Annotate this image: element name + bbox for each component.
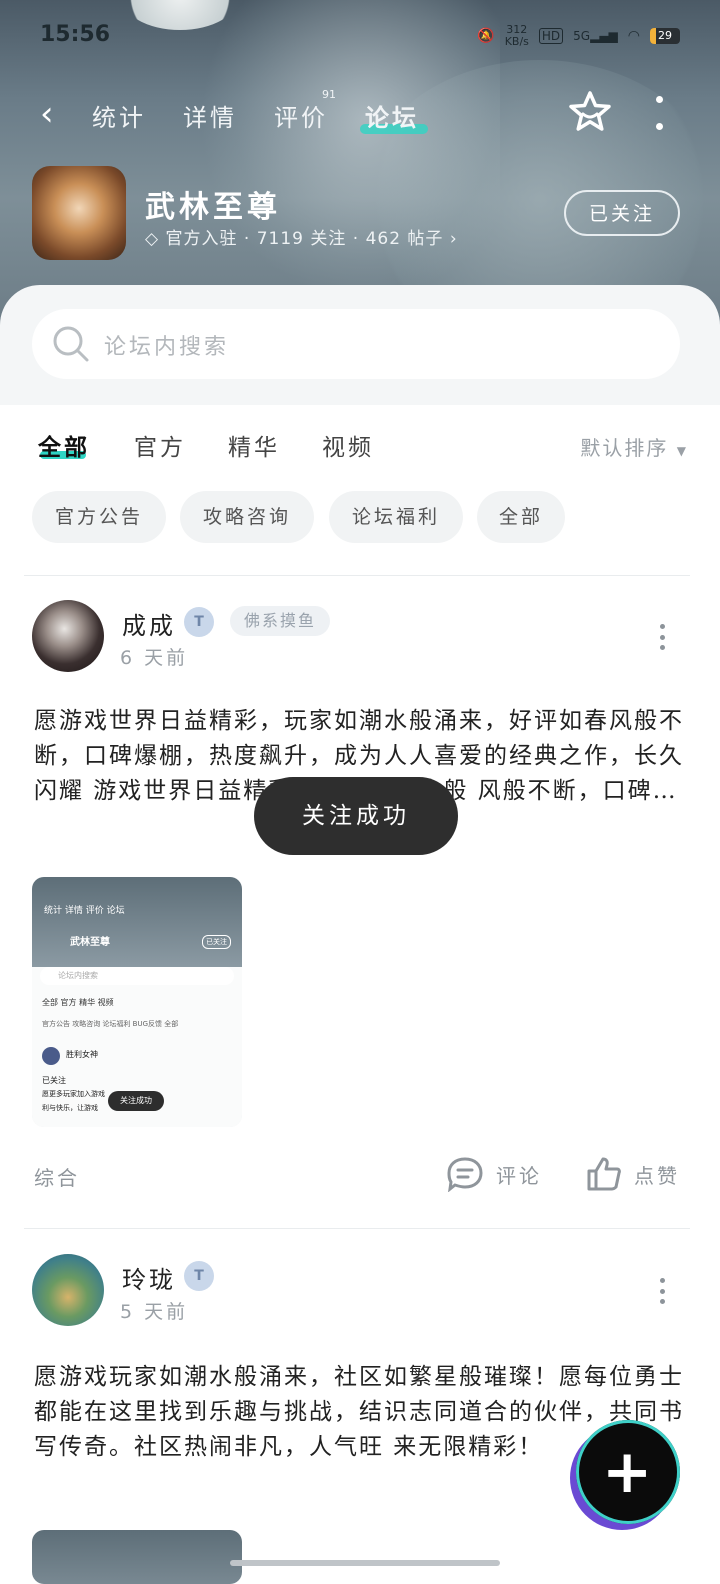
avatar[interactable] xyxy=(32,1254,104,1326)
level-badge: T xyxy=(184,607,214,637)
post-username[interactable]: 成成 xyxy=(122,606,176,641)
top-nav: ‹ 统计 详情 评价 91 论坛 xyxy=(0,88,720,138)
post-time: 5 天前 xyxy=(120,1301,189,1323)
thumb-search: 论坛内搜索 xyxy=(40,967,234,985)
status-bar: 15:56 🔕 312 KB/s HD 5G▂▄▆ ◠ 29 xyxy=(0,18,720,54)
thumb-line: 愿更多玩家加入游戏 xyxy=(42,1090,105,1098)
comment-icon xyxy=(447,1157,483,1192)
post-image[interactable]: 统计 详情 评价 论坛 武林至尊 已关注 论坛内搜索 全部 官方 精华 视频 官… xyxy=(32,877,242,1127)
thumb-tabs: 统计 详情 评价 论坛 xyxy=(44,906,125,916)
divider xyxy=(24,575,690,576)
thumb-follow: 已关注 xyxy=(202,935,231,949)
home-indicator xyxy=(230,1560,500,1566)
favorite-star-icon[interactable] xyxy=(568,90,612,134)
chip-announcements[interactable]: 官方公告 xyxy=(32,491,166,543)
search-placeholder: 论坛内搜索 xyxy=(104,335,230,360)
battery-icon: 29 xyxy=(650,28,680,44)
user-tag: 佛系摸鱼 xyxy=(230,606,331,636)
post-category[interactable]: 综合 xyxy=(34,1162,80,1191)
thumb-user: 胜利女神 xyxy=(66,1050,98,1059)
thumb-line: 利与快乐，让游戏 xyxy=(42,1104,98,1112)
diamond-icon: ◇ xyxy=(145,229,160,249)
chip-all[interactable]: 全部 xyxy=(477,491,565,543)
thumbs-up-icon xyxy=(587,1157,621,1191)
filter-tab-official[interactable]: 官方 xyxy=(134,428,186,462)
thumb-title: 武林至尊 xyxy=(70,937,110,948)
net-speed: 312 KB/s xyxy=(504,23,529,48)
thumb-line: 已关注 xyxy=(42,1076,66,1085)
filter-tab-all[interactable]: 全部 xyxy=(38,428,90,462)
more-menu-icon[interactable] xyxy=(652,96,666,130)
triangle-down-icon: ▼ xyxy=(676,444,688,458)
search-section: 论坛内搜索 xyxy=(0,285,720,405)
plus-icon: + xyxy=(602,1437,653,1507)
search-icon xyxy=(53,326,89,362)
search-input[interactable]: 论坛内搜索 xyxy=(32,309,680,379)
hd-icon: HD xyxy=(538,28,564,44)
thumb-avatar xyxy=(42,1047,60,1065)
chevron-right-icon: › xyxy=(449,229,458,249)
chip-guides[interactable]: 攻略咨询 xyxy=(180,491,314,543)
divider xyxy=(24,1228,690,1229)
back-arrow-icon[interactable]: ‹ xyxy=(40,94,54,134)
thumb-chips: 官方公告 攻略咨询 论坛福利 BUG反馈 全部 xyxy=(42,1020,179,1028)
comment-label: 评论 xyxy=(496,1163,542,1188)
like-button[interactable]: 点赞 xyxy=(586,1156,680,1192)
signal-icon: 5G▂▄▆ xyxy=(573,29,618,43)
game-icon[interactable] xyxy=(32,166,126,260)
tab-forum[interactable]: 论坛 xyxy=(365,98,419,133)
filter-tab-video[interactable]: 视频 xyxy=(322,428,374,462)
tab-stats[interactable]: 统计 xyxy=(92,98,146,133)
sort-label: 默认排序 xyxy=(580,436,669,460)
post-more-icon[interactable] xyxy=(660,1278,666,1304)
follow-button[interactable]: 已关注 xyxy=(564,190,680,236)
tab-reviews[interactable]: 评价 xyxy=(274,98,328,133)
chip-benefits[interactable]: 论坛福利 xyxy=(329,491,463,543)
comment-button[interactable]: 评论 xyxy=(446,1156,542,1192)
post-image[interactable] xyxy=(32,1530,242,1584)
post-username[interactable]: 玲珑 xyxy=(122,1260,176,1295)
reviews-count-badge: 91 xyxy=(322,88,336,101)
create-post-button[interactable]: + xyxy=(576,1420,680,1524)
like-label: 点赞 xyxy=(634,1163,680,1188)
game-meta-text: 官方入驻 · 7119 关注 · 462 帖子 xyxy=(165,229,444,249)
thumb-filters: 全部 官方 精华 视频 xyxy=(42,998,114,1007)
mute-icon: 🔕 xyxy=(477,28,495,44)
tab-details[interactable]: 详情 xyxy=(183,98,237,133)
wifi-icon: ◠ xyxy=(627,28,640,44)
status-time: 15:56 xyxy=(40,22,111,47)
thumb-toast: 关注成功 xyxy=(108,1091,164,1111)
post-time: 6 天前 xyxy=(120,647,189,669)
avatar[interactable] xyxy=(32,600,104,672)
filter-tab-featured[interactable]: 精华 xyxy=(228,428,280,462)
game-name: 武林至尊 xyxy=(145,190,281,225)
level-badge: T xyxy=(184,1261,214,1291)
game-meta[interactable]: ◇ 官方入驻 · 7119 关注 · 462 帖子 › xyxy=(145,224,458,249)
toast-message: 关注成功 xyxy=(254,777,458,855)
post-more-icon[interactable] xyxy=(660,624,666,650)
thumb-header xyxy=(32,1530,242,1584)
sort-dropdown[interactable]: 默认排序 ▼ xyxy=(580,432,688,461)
thumb-header xyxy=(32,877,242,967)
